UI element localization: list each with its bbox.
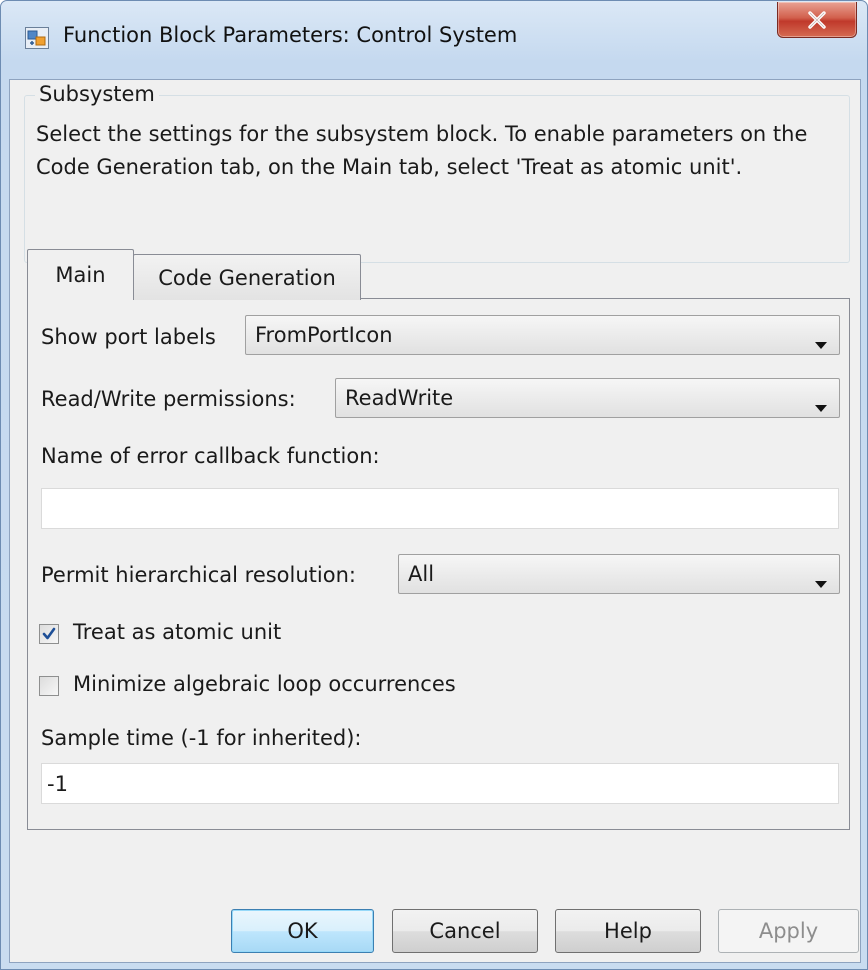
- sample-time-label: Sample time (-1 for inherited):: [41, 726, 362, 750]
- subsystem-description: Select the settings for the subsystem bl…: [36, 122, 808, 179]
- apply-button: Apply: [718, 909, 859, 953]
- group-title: Subsystem: [35, 82, 159, 106]
- button-label: Cancel: [429, 919, 501, 943]
- read-write-permissions-dropdown[interactable]: ReadWrite: [335, 378, 840, 418]
- button-label: Help: [604, 919, 652, 943]
- atomic-unit-label[interactable]: Treat as atomic unit: [73, 620, 281, 644]
- cancel-button[interactable]: Cancel: [392, 909, 538, 953]
- show-port-labels-dropdown[interactable]: FromPortIcon: [245, 315, 840, 355]
- sample-time-input[interactable]: -1: [41, 763, 839, 804]
- close-x-icon: [807, 10, 827, 29]
- show-port-labels-label: Show port labels: [41, 325, 216, 349]
- triangle-down-icon: [815, 331, 827, 355]
- error-callback-label: Name of error callback function:: [41, 444, 380, 468]
- button-label: OK: [287, 919, 318, 943]
- close-button[interactable]: [777, 2, 857, 38]
- tab-main[interactable]: Main: [27, 249, 134, 299]
- triangle-down-icon: [815, 570, 827, 594]
- error-callback-input[interactable]: [41, 488, 839, 529]
- tab-label: Main: [55, 262, 106, 287]
- hierarchical-resolution-dropdown[interactable]: All: [398, 554, 840, 594]
- minimize-loop-label[interactable]: Minimize algebraic loop occurrences: [73, 672, 456, 696]
- simulink-block-icon: [25, 27, 49, 49]
- dropdown-value: All: [408, 562, 435, 586]
- input-value: -1: [47, 772, 68, 796]
- title-bar[interactable]: Function Block Parameters: Control Syste…: [1, 1, 867, 79]
- dialog-window: Function Block Parameters: Control Syste…: [0, 0, 868, 970]
- main-tab-panel: Show port labels FromPortIcon Read/Write…: [27, 298, 850, 830]
- tab-label: Code Generation: [158, 265, 336, 290]
- tab-code-generation[interactable]: Code Generation: [133, 254, 361, 300]
- subsystem-group: Subsystem Select the settings for the su…: [24, 82, 850, 263]
- button-label: Apply: [758, 919, 819, 943]
- atomic-unit-checkbox[interactable]: [39, 624, 59, 644]
- hierarchical-resolution-label: Permit hierarchical resolution:: [41, 563, 356, 587]
- ok-button[interactable]: OK: [231, 909, 374, 953]
- triangle-down-icon: [815, 394, 827, 418]
- read-write-permissions-label: Read/Write permissions:: [41, 387, 296, 411]
- dropdown-value: FromPortIcon: [255, 323, 393, 347]
- minimize-loop-checkbox[interactable]: [39, 676, 59, 696]
- dialog-client-area: Subsystem Select the settings for the su…: [9, 79, 861, 963]
- dropdown-value: ReadWrite: [345, 386, 454, 410]
- window-title: Function Block Parameters: Control Syste…: [63, 23, 518, 47]
- help-button[interactable]: Help: [555, 909, 701, 953]
